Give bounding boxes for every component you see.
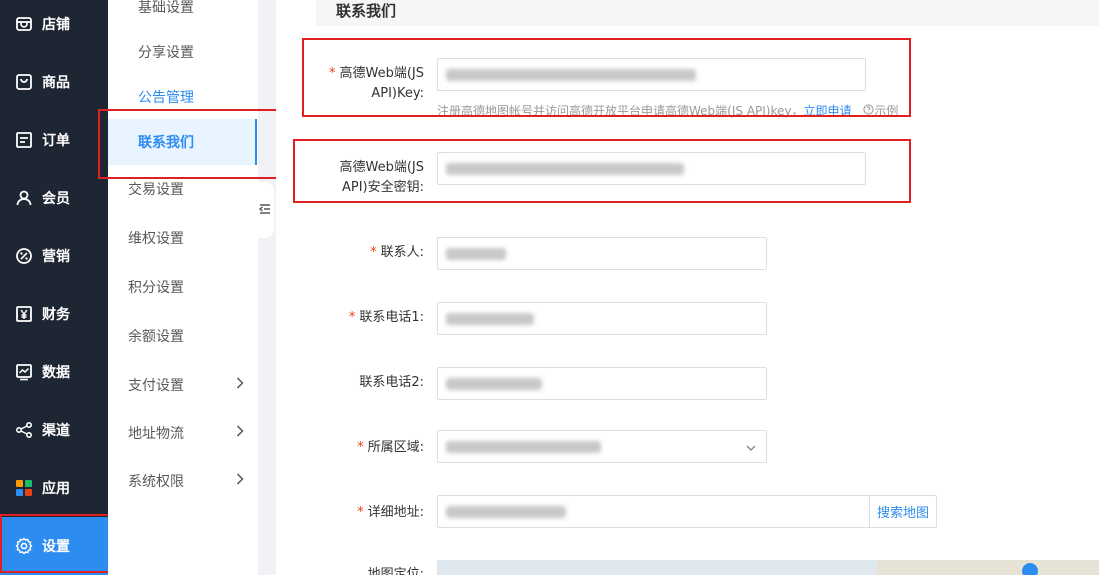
page-title: 联系我们 — [316, 0, 1099, 26]
content-panel: 联系我们 * 高德Web端(JS API)Key: 注册高德地图帐号并访问高德开放… — [276, 0, 1099, 575]
contact-input[interactable] — [437, 237, 767, 270]
masked-value — [446, 248, 506, 260]
required-mark: * — [357, 505, 364, 520]
nav-item-orders[interactable]: 订单 — [0, 111, 108, 169]
submenu-label: 地址物流 — [128, 426, 184, 442]
map-label: 地图定位: — [367, 567, 424, 575]
masked-value — [446, 441, 601, 453]
map-marker-icon — [1022, 563, 1038, 575]
order-icon — [14, 130, 34, 150]
nav-item-store[interactable]: 店铺 — [0, 0, 108, 53]
nav-item-apps[interactable]: 应用 — [0, 459, 108, 517]
nav-label: 订单 — [42, 133, 70, 149]
share-icon — [14, 420, 34, 440]
apps-icon — [14, 478, 34, 498]
required-mark: * — [370, 245, 377, 260]
submenu-basic[interactable]: 基础设置 — [108, 0, 258, 30]
address-input[interactable]: 搜索地图 — [437, 495, 937, 528]
phone2-label-text: 联系电话2: — [359, 375, 424, 390]
phone1-input[interactable] — [437, 302, 767, 335]
chart-icon — [14, 362, 34, 382]
nav-item-products[interactable]: 商品 — [0, 53, 108, 111]
submenu-label: 支付设置 — [128, 378, 184, 394]
required-mark: * — [357, 440, 364, 455]
submenu-rights[interactable]: 维权设置 — [108, 215, 258, 261]
contact-label: * 联系人: — [370, 243, 424, 263]
address-label-text: 详细地址: — [367, 505, 424, 520]
nav-label: 数据 — [42, 365, 70, 381]
address-label: * 详细地址: — [357, 503, 424, 523]
chevron-right-icon — [236, 425, 244, 441]
highlight-box — [293, 139, 911, 203]
promotion-icon — [14, 246, 34, 266]
collapse-icon — [258, 203, 271, 218]
search-map-button[interactable]: 搜索地图 — [868, 496, 936, 527]
highlight-box — [302, 38, 911, 117]
submenu-payment[interactable]: 支付设置 — [108, 362, 258, 408]
chevron-right-icon — [236, 377, 244, 393]
nav-label: 应用 — [42, 481, 70, 497]
contact-label-text: 联系人: — [380, 245, 424, 260]
masked-value — [446, 378, 542, 390]
phone1-label: * 联系电话1: — [349, 308, 424, 328]
nav-item-channels[interactable]: 渠道 — [0, 401, 108, 459]
map-view[interactable] — [437, 560, 1099, 575]
highlight-box — [98, 109, 287, 179]
masked-value — [446, 313, 534, 325]
nav-label: 店铺 — [42, 17, 70, 33]
submenu-label: 系统权限 — [128, 474, 184, 490]
bag-icon — [14, 72, 34, 92]
submenu-balance[interactable]: 余额设置 — [108, 313, 258, 359]
store-icon — [14, 14, 34, 34]
collapse-menu-button[interactable] — [256, 182, 274, 238]
submenu-label: 公告管理 — [138, 90, 194, 106]
region-label: * 所属区域: — [357, 438, 424, 458]
submenu-label: 基础设置 — [138, 0, 194, 16]
nav-label: 渠道 — [42, 423, 70, 439]
settings-menu: 基础设置 分享设置 公告管理 联系我们 交易设置 维权设置 积分设置 余额设置 … — [108, 0, 258, 575]
required-mark: * — [348, 310, 356, 325]
nav-item-data[interactable]: 数据 — [0, 343, 108, 401]
submenu-label: 维权设置 — [128, 231, 184, 247]
nav-item-members[interactable]: 会员 — [0, 169, 108, 227]
submenu-label: 交易设置 — [128, 182, 184, 198]
nav-label: 财务 — [42, 307, 70, 323]
submenu-label: 分享设置 — [138, 45, 194, 61]
region-label-text: 所属区域: — [367, 440, 424, 455]
masked-value — [446, 506, 566, 518]
submenu-label: 余额设置 — [128, 329, 184, 345]
chevron-down-icon — [746, 441, 756, 456]
phone2-label: 联系电话2: — [359, 373, 424, 393]
nav-label: 会员 — [42, 191, 70, 207]
nav-item-marketing[interactable]: 营销 — [0, 227, 108, 285]
submenu-label: 积分设置 — [128, 280, 184, 296]
user-icon — [14, 188, 34, 208]
yen-icon — [14, 304, 34, 324]
nav-label: 商品 — [42, 75, 70, 91]
submenu-logistics[interactable]: 地址物流 — [108, 410, 258, 456]
chevron-right-icon — [236, 473, 244, 489]
phone1-label-text: 联系电话1: — [359, 310, 424, 325]
nav-label: 营销 — [42, 249, 70, 265]
submenu-share[interactable]: 分享设置 — [108, 29, 258, 75]
submenu-permissions[interactable]: 系统权限 — [108, 458, 258, 504]
nav-item-finance[interactable]: 财务 — [0, 285, 108, 343]
region-select[interactable] — [437, 430, 767, 463]
map-terrain — [877, 560, 1099, 575]
submenu-points[interactable]: 积分设置 — [108, 264, 258, 310]
phone2-input[interactable] — [437, 367, 767, 400]
main-sidebar: 店铺 商品 订单 会员 营销 财务 数据 渠道 应用 设置 — [0, 0, 108, 575]
